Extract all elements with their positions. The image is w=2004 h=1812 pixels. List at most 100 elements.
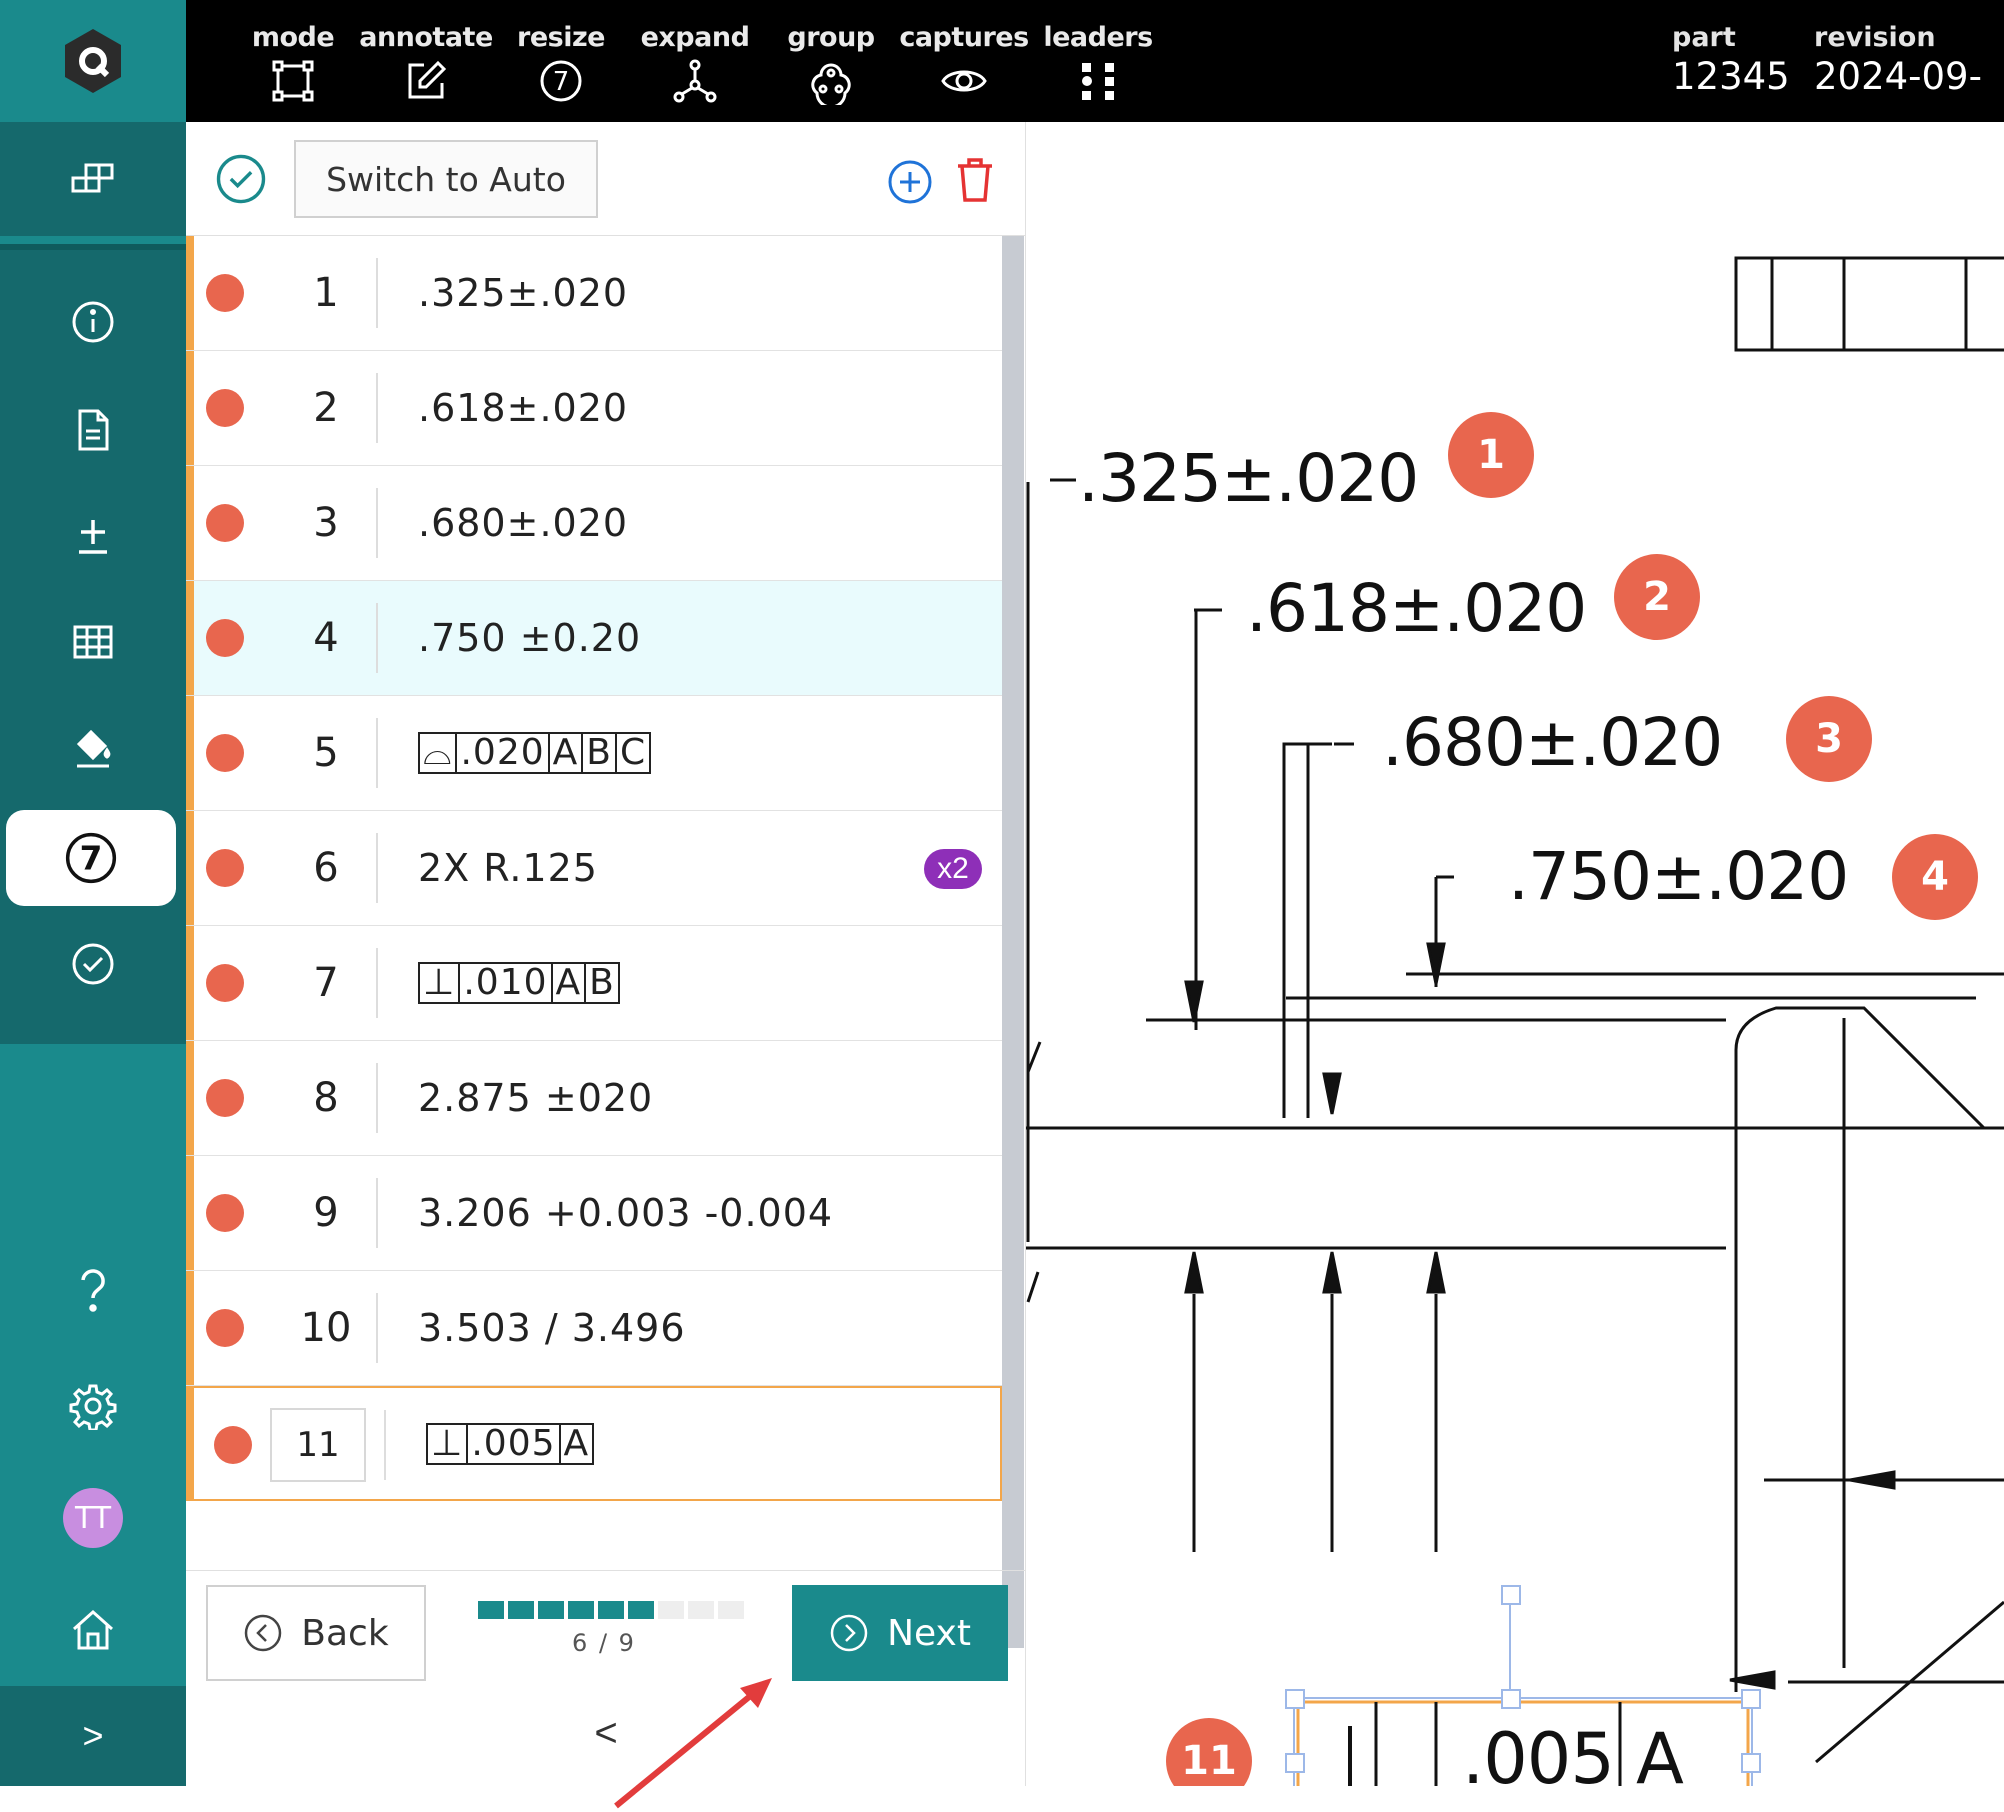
list-scrollbar[interactable] (1002, 236, 1024, 1648)
active-glyph: 7 (80, 840, 103, 878)
row-value: .750 ±0.20 (418, 616, 642, 660)
plus-minus-icon (79, 520, 107, 554)
add-circle-icon[interactable] (886, 158, 934, 206)
count-badge: x2 (924, 849, 982, 889)
sidebar-item-table[interactable] (0, 592, 186, 692)
drawing-fcf-tolerance: .005 (1462, 1718, 1615, 1786)
expand-label: expand (640, 22, 750, 53)
annotate-button[interactable]: annotate (359, 22, 493, 112)
list-item[interactable]: 6 2X R.125 x2 (186, 811, 1002, 926)
captures-button[interactable]: captures (899, 22, 1029, 112)
row-value: .618±.020 (418, 386, 629, 430)
progress-label: 6 / 9 (572, 1629, 636, 1657)
sidebar-item-layout[interactable] (0, 130, 186, 230)
status-dot (206, 504, 244, 542)
list-item[interactable]: 2 .618±.020 (186, 351, 1002, 466)
dimension-text-1: .325±.020 (1078, 440, 1419, 517)
document-icon (78, 409, 109, 451)
balloon-1[interactable]: 1 (1448, 412, 1534, 498)
expand-button[interactable]: expand (640, 22, 750, 112)
hexagon-logo-icon (65, 29, 121, 93)
list-item[interactable]: 3 .680±.020 (186, 466, 1002, 581)
row-accent (186, 236, 194, 350)
sidebar-item-balloons[interactable]: 7 (6, 810, 176, 906)
sidebar-item-home[interactable] (0, 1580, 186, 1680)
status-dot (206, 849, 244, 887)
chevron-right-icon: > (82, 1715, 104, 1756)
group-button[interactable]: group (786, 22, 876, 112)
fcf-cell: .005 (468, 1424, 561, 1463)
characteristics-panel: Switch to Auto 1 .325±.020 2 .618±.020 3 .680… (186, 122, 1026, 1786)
row-number: 10 (300, 1305, 352, 1351)
check-circle-icon[interactable] (214, 152, 268, 206)
row-separator (376, 1178, 378, 1248)
top-toolbar: mode annotate resize 7 expand group capt… (0, 0, 2004, 122)
balloon-4[interactable]: 4 (1892, 834, 1978, 920)
row-separator (376, 258, 378, 328)
sidebar-item-tolerance[interactable] (0, 486, 186, 586)
status-dot (206, 619, 244, 657)
leaders-button[interactable]: leaders (1043, 22, 1153, 112)
mode-button[interactable]: mode (248, 22, 338, 112)
status-dot (206, 1079, 244, 1117)
sidebar-expand-button[interactable]: > (0, 1686, 186, 1786)
list-item[interactable]: 11 ⊥ .005 A (186, 1386, 1002, 1501)
progress-segment (718, 1601, 744, 1619)
edit-icon (408, 60, 447, 99)
resize-button[interactable]: resize 7 (517, 22, 605, 112)
row-number: 7 (313, 960, 339, 1006)
sidebar-item-settings[interactable] (0, 1356, 186, 1456)
balloon-3[interactable]: 3 (1786, 696, 1872, 782)
row-number: 6 (313, 845, 339, 891)
row-separator (376, 1293, 378, 1363)
app-window: mode annotate resize 7 expand group capt… (0, 0, 2004, 1812)
list-item[interactable]: 5 ⌓ .020 A B C (186, 696, 1002, 811)
collapse-panel-button[interactable]: < (186, 1680, 1026, 1786)
next-button[interactable]: Next (792, 1585, 1008, 1681)
sidebar-item-verify[interactable] (0, 914, 186, 1014)
row-value: 2.875 ±020 (418, 1076, 654, 1120)
number-seven-circle-icon: 7 (540, 60, 582, 102)
gear-icon (69, 1384, 117, 1430)
part-label: part (1672, 22, 1736, 53)
list-item[interactable]: 7 ⊥ .010 A B (186, 926, 1002, 1041)
panel-footer: Back 6 / 9 Next (186, 1570, 1026, 1681)
sidebar-avatar[interactable]: TT (0, 1468, 186, 1568)
list-item[interactable]: 1 .325±.020 (186, 236, 1002, 351)
progress-segment (538, 1601, 564, 1619)
status-dot (214, 1426, 252, 1464)
list-item[interactable]: 4 .750 ±0.20 (186, 581, 1002, 696)
trash-icon[interactable] (954, 156, 996, 204)
sidebar-item-document[interactable] (0, 380, 186, 480)
row-accent (186, 1041, 194, 1155)
feature-control-frame: ⊥ .010 A B (418, 962, 620, 1004)
eye-icon (941, 70, 987, 92)
info-icon (72, 301, 114, 343)
group-label: group (787, 22, 875, 53)
row-accent (186, 811, 194, 925)
switch-to-auto-button[interactable]: Switch to Auto (294, 140, 598, 218)
list-item[interactable]: 9 3.206 +0.003 -0.004 (186, 1156, 1002, 1271)
app-logo[interactable] (0, 0, 186, 122)
row-value: .325±.020 (418, 271, 629, 315)
sidebar-item-info[interactable] (0, 272, 186, 372)
list-item[interactable]: 8 2.875 ±020 (186, 1041, 1002, 1156)
progress-segment (598, 1601, 624, 1619)
fcf-cell: B (589, 962, 615, 1003)
list-item[interactable]: 10 3.503 / 3.496 (186, 1271, 1002, 1386)
row-number[interactable]: 11 (270, 1408, 366, 1482)
fcf-cell: A (553, 964, 587, 1002)
sidebar-item-fill[interactable] (0, 698, 186, 798)
balloon-2[interactable]: 2 (1614, 554, 1700, 640)
row-number: 2 (313, 385, 339, 431)
row-number: 4 (313, 615, 339, 661)
avatar-initials: TT (74, 1500, 112, 1536)
drawing-canvas[interactable]: .325±.020 1 .618±.020 2 .680±.020 3 .750… (1026, 122, 2004, 1786)
row-accent (186, 1388, 194, 1499)
fcf-cell: C (619, 732, 647, 773)
row-value: ⊥ .005 A (426, 1388, 595, 1499)
back-button[interactable]: Back (206, 1585, 426, 1681)
row-number: 1 (313, 270, 339, 316)
sidebar-item-help[interactable] (0, 1240, 186, 1340)
number-seven-circle-icon: 7 (65, 832, 117, 884)
